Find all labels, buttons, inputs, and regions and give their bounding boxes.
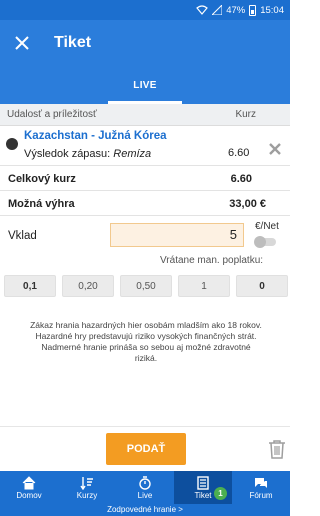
chat-icon bbox=[255, 477, 267, 488]
bottom-nav: Domov Kurzy Live Tiket 1 Fórum bbox=[0, 471, 290, 504]
responsible-gaming-link[interactable]: Zodpovedné hranie > bbox=[0, 504, 290, 516]
total-odds-row: Celkový kurz 6.60 bbox=[0, 167, 290, 191]
app-bar: Tiket bbox=[0, 20, 290, 66]
tab-bar: LIVE bbox=[0, 66, 290, 104]
tab-live[interactable]: LIVE bbox=[105, 66, 185, 104]
status-bar: 47% 15:04 bbox=[0, 0, 290, 20]
nav-label: Domov bbox=[16, 490, 42, 500]
nav-ticket[interactable]: Tiket 1 bbox=[174, 471, 232, 504]
currency-toggle-label: €/Net bbox=[255, 221, 279, 232]
trash-icon[interactable] bbox=[268, 439, 286, 459]
gambling-warning: Zákaz hrania hazardných hier osobám mlad… bbox=[30, 320, 262, 364]
submit-button[interactable]: PODAŤ bbox=[106, 433, 186, 465]
total-odds-value: 6.60 bbox=[230, 172, 252, 185]
close-icon bbox=[15, 36, 29, 50]
market-label: Výsledok zápasu: bbox=[24, 148, 111, 160]
sort-icon bbox=[80, 476, 93, 490]
nav-label: Tiket bbox=[194, 490, 212, 500]
possible-win-value: 33,00 € bbox=[229, 197, 266, 210]
bet-selection: Výsledok zápasu: Remíza bbox=[24, 148, 151, 160]
ticket-count-badge: 1 bbox=[214, 487, 227, 500]
nav-label: Live bbox=[137, 490, 153, 500]
warning-line: Zákaz hrania hazardných hier osobám mlad… bbox=[30, 320, 262, 330]
nav-odds[interactable]: Kurzy bbox=[58, 471, 116, 504]
quick-amount-button[interactable]: 0,20 bbox=[62, 275, 114, 297]
nav-label: Fórum bbox=[249, 490, 273, 500]
bet-row: Kazachstan - Južná Kórea Výsledok zápasu… bbox=[0, 126, 290, 166]
toggle-knob bbox=[254, 236, 266, 248]
nav-forum[interactable]: Fórum bbox=[232, 471, 290, 504]
battery-percent: 47% bbox=[226, 4, 246, 16]
remove-bet-icon[interactable] bbox=[268, 142, 282, 156]
quick-amount-button[interactable]: 0,1 bbox=[4, 275, 56, 297]
nav-live[interactable]: Live bbox=[116, 471, 174, 504]
divider bbox=[0, 426, 290, 427]
fee-label: Vrátane man. poplatku: bbox=[160, 255, 264, 266]
odds-column-header: Kurz bbox=[235, 109, 256, 120]
match-name[interactable]: Kazachstan - Južná Kórea bbox=[24, 130, 167, 142]
warning-line: Hazardné hry predstavujú riziko vysokých… bbox=[35, 331, 257, 341]
table-header: Udalosť a príležitosť Kurz bbox=[0, 104, 290, 126]
home-icon bbox=[22, 475, 36, 489]
signal-icon bbox=[212, 5, 223, 15]
selection-label: Remíza bbox=[113, 148, 152, 160]
stake-label: Vklad bbox=[8, 230, 37, 242]
possible-win-row: Možná výhra 33,00 € bbox=[0, 192, 290, 216]
event-column-header: Udalosť a príležitosť bbox=[7, 109, 97, 120]
ticket-icon bbox=[197, 475, 209, 490]
warning-line: Nadmerné hranie prináša so sebou aj možn… bbox=[41, 342, 251, 363]
possible-win-label: Možná výhra bbox=[8, 197, 75, 210]
live-indicator-icon bbox=[6, 138, 18, 150]
battery-icon bbox=[249, 4, 257, 16]
quick-amounts: 0,1 0,20 0,50 1 0 bbox=[4, 275, 288, 297]
quick-amount-button[interactable]: 0,50 bbox=[120, 275, 172, 297]
bet-odds: 6.60 bbox=[228, 147, 250, 159]
total-odds-label: Celkový kurz bbox=[8, 172, 76, 185]
quick-amount-button[interactable]: 0 bbox=[236, 275, 288, 297]
nav-label: Kurzy bbox=[76, 490, 98, 500]
nav-home[interactable]: Domov bbox=[0, 471, 58, 504]
quick-amount-button[interactable]: 1 bbox=[178, 275, 230, 297]
wifi-icon bbox=[196, 5, 209, 15]
page-title: Tiket bbox=[54, 34, 92, 51]
close-button[interactable] bbox=[0, 20, 44, 66]
stake-input[interactable]: 5 bbox=[110, 223, 244, 247]
stopwatch-icon bbox=[139, 475, 151, 490]
net-toggle[interactable] bbox=[254, 236, 278, 248]
clock: 15:04 bbox=[260, 4, 284, 16]
